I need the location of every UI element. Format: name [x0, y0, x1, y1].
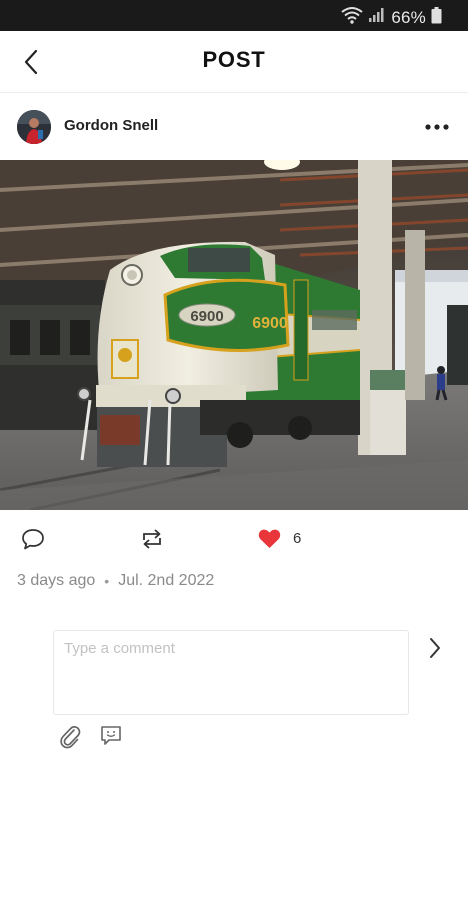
post-meta: 3 days ago • Jul. 2nd 2022 — [17, 572, 214, 590]
wifi-icon — [341, 6, 363, 29]
page-title: POST — [202, 47, 266, 72]
comment-placeholder: Type a comment — [64, 640, 175, 657]
chevron-right-icon — [430, 638, 440, 658]
relative-time: 3 days ago — [17, 572, 96, 589]
post-date: Jul. 2nd 2022 — [118, 572, 215, 589]
heart-icon — [258, 529, 281, 548]
locomotive-cab-number: 6900 — [252, 315, 288, 332]
status-bar: 66% — [0, 0, 468, 31]
post-author-row: Gordon Snell — [0, 93, 468, 160]
like-button[interactable]: 6 — [258, 528, 301, 549]
more-horizontal-icon — [425, 124, 449, 130]
repost-icon — [143, 529, 161, 549]
meta-separator: • — [104, 573, 110, 589]
post-photo[interactable]: 6900 6900 — [0, 160, 468, 510]
status-icons: 66% — [341, 6, 442, 29]
top-app-bar: POST — [0, 31, 468, 93]
more-options-button[interactable] — [422, 115, 452, 139]
emoji-comment-icon — [101, 726, 121, 745]
paperclip-icon — [60, 726, 81, 749]
battery-percentage: 66% — [391, 7, 426, 27]
attach-button[interactable] — [58, 724, 82, 750]
repost-button[interactable] — [139, 528, 165, 550]
signal-icon — [368, 7, 386, 28]
send-comment-button[interactable] — [422, 634, 448, 662]
author-name[interactable]: Gordon Snell — [64, 117, 158, 134]
comment-input[interactable]: Type a comment — [53, 630, 409, 715]
avatar[interactable] — [17, 110, 51, 144]
battery-icon — [431, 6, 442, 29]
comment-button[interactable] — [21, 528, 45, 550]
post-actions-row: 6 — [0, 520, 468, 564]
emoji-button[interactable] — [99, 724, 123, 748]
comment-icon — [22, 529, 44, 550]
locomotive-number-plate: 6900 — [190, 308, 223, 325]
like-count: 6 — [293, 530, 302, 547]
